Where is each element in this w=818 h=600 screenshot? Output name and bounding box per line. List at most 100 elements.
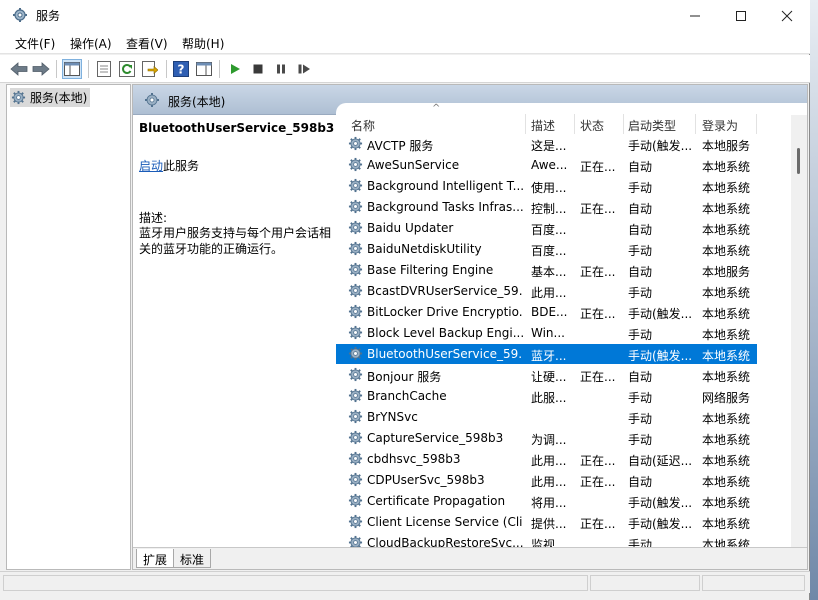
scrollbar-thumb[interactable] [797, 148, 800, 174]
properties-icon [97, 61, 111, 77]
service-row[interactable]: Base Filtering Engine 基本... 正在... 自动 本地服务 [336, 260, 757, 280]
window-title: 服务 [36, 9, 61, 23]
service-gear-icon [348, 409, 363, 424]
service-row[interactable]: cbdhsvc_598b3 此用... 正在... 自动(延迟... 本地系统 [336, 449, 757, 469]
title-bar[interactable]: 服务 [0, 0, 810, 31]
menu-action[interactable]: 操作(A) [70, 35, 112, 52]
service-row[interactable]: BrYNSvc 手动 本地系统 [336, 407, 757, 427]
service-description: 此用... [531, 286, 567, 300]
show-hide-tree-button[interactable] [62, 59, 82, 79]
help-button[interactable]: ? [171, 59, 191, 79]
service-gear-icon [348, 514, 363, 529]
start-service-link[interactable]: 启动 [139, 159, 163, 173]
service-name: cbdhsvc_598b3 [367, 452, 461, 466]
services-list: ^ 名称 描述 状态 启动类型 登录为 AVCTP 服务 这是... 手动(触发..… [336, 103, 807, 547]
properties-button[interactable] [94, 59, 114, 79]
service-description: 为调... [531, 433, 567, 447]
service-row[interactable]: BitLocker Drive Encryptio... BDE... 正在... 手… [336, 302, 757, 322]
restart-service-button[interactable] [294, 59, 314, 79]
close-button[interactable] [764, 0, 810, 31]
tree-item-label: 服务(本地) [30, 91, 88, 105]
maximize-button[interactable] [718, 0, 764, 31]
service-row[interactable]: AVCTP 服务 这是... 手动(触发... 本地服务 [336, 134, 757, 154]
tree-item-services-local[interactable]: 服务(本地) [10, 88, 91, 107]
export-list-button[interactable] [140, 59, 160, 79]
pause-service-button[interactable] [271, 59, 291, 79]
toolbar-separator [88, 60, 89, 78]
column-separator[interactable] [525, 114, 526, 134]
column-header-description[interactable]: 描述 [531, 117, 555, 134]
status-segment [590, 575, 700, 591]
service-logon-as: 本地系统 [702, 370, 751, 384]
service-row[interactable]: CaptureService_598b3 为调... 手动 本地系统 [336, 428, 757, 448]
arrow-left-icon [10, 62, 28, 76]
column-header-startup-type[interactable]: 启动类型 [628, 117, 676, 134]
status-segment [702, 575, 805, 591]
service-name: Background Tasks Infras... [367, 200, 523, 214]
service-row[interactable]: Baidu Updater 百度... 自动 本地系统 [336, 218, 757, 238]
tab-standard[interactable]: 标准 [173, 549, 212, 568]
service-row[interactable]: Block Level Backup Engi... Win... 手动 本地系统 [336, 323, 757, 343]
menu-help[interactable]: 帮助(H) [182, 35, 224, 52]
svg-text:?: ? [178, 63, 185, 77]
selected-service-name: BluetoothUserService_598b3 [139, 121, 335, 135]
service-name: CloudBackupRestoreSvc... [367, 536, 523, 547]
service-startup-type: 手动(触发... [628, 349, 693, 363]
service-name: Background Intelligent T... [367, 179, 523, 193]
service-logon-as: 本地系统 [702, 202, 751, 216]
service-logon-as: 本地系统 [702, 328, 751, 342]
show-action-pane-button[interactable] [194, 59, 214, 79]
service-row[interactable]: BranchCache 此服... 手动 网络服务 [336, 386, 757, 406]
service-name: Certificate Propagation [367, 494, 506, 508]
service-description: 蓝牙... [531, 349, 567, 363]
service-row[interactable]: CloudBackupRestoreSvc... 监视... 手动 本地系统 [336, 533, 757, 547]
service-status: 正在... [580, 370, 616, 384]
vertical-scrollbar[interactable] [791, 115, 807, 547]
start-service-button[interactable] [225, 59, 245, 79]
minimize-button[interactable] [672, 0, 718, 31]
service-gear-icon [348, 367, 363, 382]
service-logon-as: 本地系统 [702, 433, 751, 447]
column-separator[interactable] [695, 114, 696, 134]
service-row[interactable]: CDPUserSvc_598b3 此用... 正在... 自动 本地系统 [336, 470, 757, 490]
column-separator[interactable] [574, 114, 575, 134]
desktop-background [810, 0, 818, 600]
service-status: 正在... [580, 202, 616, 216]
column-header-name[interactable]: 名称 [351, 117, 375, 134]
service-startup-type: 自动 [628, 160, 653, 174]
service-status: 正在... [580, 265, 616, 279]
column-header-logon-as[interactable]: 登录为 [702, 117, 738, 134]
service-row[interactable]: Bonjour 服务 让硬... 正在... 自动 本地系统 [336, 365, 757, 385]
tab-extended[interactable]: 扩展 [136, 549, 175, 568]
service-row[interactable]: Certificate Propagation 将用... 手动(触发... 本地系统 [336, 491, 757, 511]
service-name: CaptureService_598b3 [367, 431, 504, 445]
refresh-icon [119, 61, 135, 77]
refresh-button[interactable] [117, 59, 137, 79]
service-startup-type: 自动(延迟... [628, 454, 693, 468]
service-gear-icon [348, 262, 363, 277]
service-startup-type: 手动 [628, 244, 653, 258]
stop-service-button[interactable] [248, 59, 268, 79]
service-startup-type: 自动 [628, 223, 653, 237]
service-name: BrYNSvc [367, 410, 418, 424]
column-separator[interactable] [623, 114, 624, 134]
service-logon-as: 本地系统 [702, 307, 751, 321]
column-separator[interactable] [756, 114, 757, 134]
menu-file[interactable]: 文件(F) [15, 35, 55, 52]
service-startup-type: 手动 [628, 328, 653, 342]
service-row[interactable]: BaiduNetdiskUtility 百度... 手动 本地系统 [336, 239, 757, 259]
back-button[interactable] [9, 59, 29, 79]
service-row[interactable]: Client License Service (Cli... 提供... 正在...… [336, 512, 757, 532]
start-service-suffix: 此服务 [163, 159, 200, 173]
forward-button[interactable] [31, 59, 51, 79]
service-row[interactable]: Background Tasks Infras... 控制... 正在... 自动 本地… [336, 197, 757, 217]
service-logon-as: 本地系统 [702, 538, 751, 547]
service-row[interactable]: BcastDVRUserService_59... 此用... 手动 本地系统 [336, 281, 757, 301]
service-row[interactable]: Background Intelligent T... 使用... 手动 本地系统 [336, 176, 757, 196]
menu-view[interactable]: 查看(V) [126, 35, 168, 52]
service-row[interactable]: AweSunService Awe... 正在... 自动 本地系统 [336, 155, 757, 175]
column-header-status[interactable]: 状态 [580, 117, 604, 134]
service-row[interactable]: BluetoothUserService_59... 蓝牙... 手动(触发... 本… [336, 344, 757, 364]
pane-header-title: 服务(本地) [168, 95, 226, 109]
start-service-line: 启动此服务 [139, 157, 199, 174]
